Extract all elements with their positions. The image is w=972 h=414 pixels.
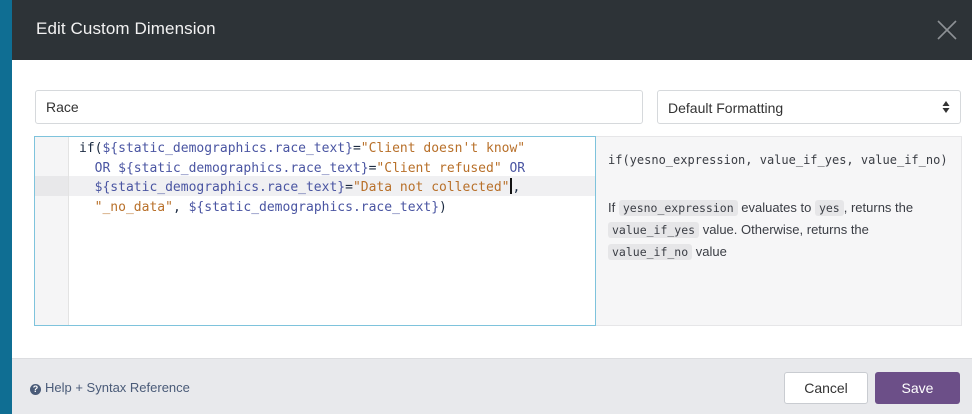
code-line: OR ${static_demographics.race_text}="Cli… [79, 159, 525, 179]
code-chip: value_if_no [608, 244, 693, 260]
code-line: ${static_demographics.race_text}="Data n… [79, 178, 525, 198]
question-circle-icon: ? [30, 384, 41, 395]
dialog-header: Edit Custom Dimension [12, 0, 972, 60]
code-line: if(${static_demographics.race_text}="Cli… [79, 139, 525, 159]
help-link-label: Help + Syntax Reference [45, 380, 190, 395]
close-icon[interactable] [935, 18, 959, 42]
formatting-select[interactable]: Default Formatting [657, 90, 961, 124]
dialog-footer: ? Help + Syntax Reference Cancel Save [12, 358, 972, 414]
code-token: ${static_demographics.race_text} [94, 180, 346, 195]
gutter-active-line [35, 176, 68, 196]
function-signature: if(yesno_expression, value_if_yes, value… [608, 153, 948, 167]
edit-custom-dimension-dialog: Edit Custom Dimension Default Formatting… [12, 0, 972, 414]
code-token: = [345, 180, 353, 195]
code-token: ${static_demographics.race_text} [102, 141, 353, 156]
help-syntax-link[interactable]: ? Help + Syntax Reference [30, 380, 190, 395]
code-token: ${static_demographics.race_text} [188, 199, 440, 215]
code-token: ) [439, 199, 447, 215]
code-chip: value_if_yes [608, 222, 700, 238]
desc-text: , returns the [843, 200, 914, 215]
save-button[interactable]: Save [875, 372, 960, 404]
code-token: , [512, 180, 521, 195]
formatting-select-value: Default Formatting [668, 100, 784, 116]
code-token: , [172, 199, 189, 215]
code-token: = [352, 141, 361, 156]
desc-text: value. Otherwise, returns the [699, 222, 869, 237]
code-token: OR ${static_demographics.race_text} [94, 160, 369, 176]
dialog-title: Edit Custom Dimension [36, 19, 216, 38]
cancel-button[interactable]: Cancel [784, 372, 868, 404]
code-editor[interactable]: if(${static_demographics.race_text}="Cli… [34, 136, 596, 326]
code-token: "Client refused" [376, 160, 502, 176]
desc-text: value [692, 244, 727, 259]
code-chip: yes [814, 200, 844, 216]
function-help-panel: if(yesno_expression, value_if_yes, value… [596, 136, 962, 326]
code-chip: yesno_expression [618, 200, 738, 216]
desc-text: If [608, 200, 619, 215]
dimension-name-input[interactable] [35, 90, 643, 124]
sort-arrows-icon [942, 101, 950, 113]
desc-text: evaluates to [737, 200, 815, 215]
code-token: "Client doesn't know" [360, 141, 526, 156]
code-content[interactable]: if(${static_demographics.race_text}="Cli… [79, 139, 525, 217]
code-token: OR [509, 160, 526, 176]
code-token: if( [79, 141, 103, 156]
code-token: "_no_data" [94, 199, 173, 215]
code-line: "_no_data", ${static_demographics.race_t… [79, 198, 525, 218]
function-description: If yesno_expression evaluates to yes, re… [608, 197, 953, 263]
editor-gutter [35, 137, 69, 325]
code-token: "Data not collected" [352, 180, 510, 195]
